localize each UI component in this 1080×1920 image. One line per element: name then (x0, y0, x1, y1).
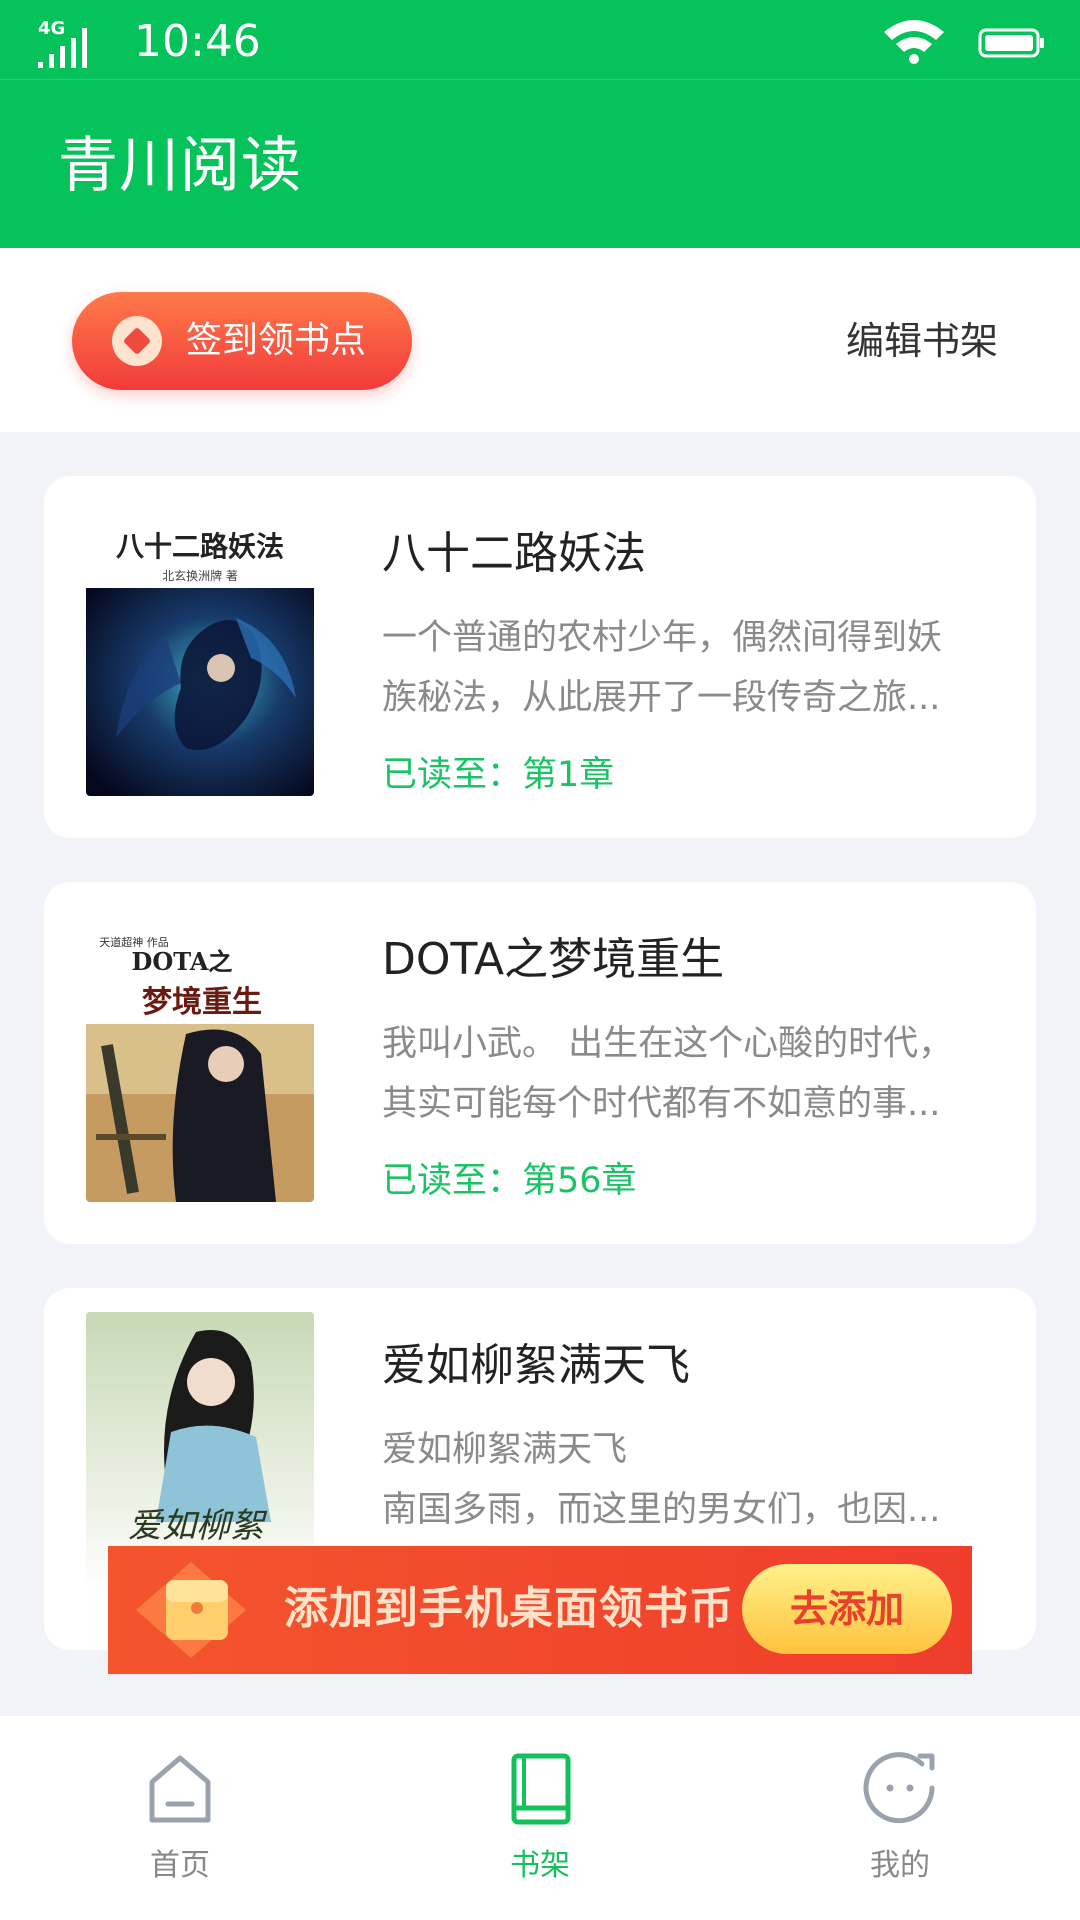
red-envelope-icon (136, 1562, 246, 1658)
book-card[interactable]: 天道超神 作品 DOTA之 梦境重生 DOTA之梦境重生 我叫小武。 出生在这个… (44, 882, 1036, 1244)
nav-item-bookshelf[interactable]: 书架 (440, 1748, 640, 1898)
sign-in-label: 签到领书点 (186, 320, 367, 361)
book-description: 一个普通的农村少年，偶然间得到妖 族秘法，从此展开了一段传奇之旅... (382, 608, 998, 728)
home-icon (149, 1755, 211, 1823)
book-cover-art: 天道超神 作品 DOTA之 梦境重生 (86, 924, 314, 1202)
nav-item-profile[interactable]: 我的 (800, 1748, 1000, 1898)
app-title: 青川阅读 (58, 131, 302, 201)
app-header: 青川阅读 (0, 80, 1080, 248)
book-cover: 天道超神 作品 DOTA之 梦境重生 (86, 924, 314, 1202)
cover-title-top-text: DOTA之 (132, 947, 233, 976)
bottom-nav: 首页 书架 我的 (0, 1716, 1080, 1920)
shelf-toolbar: 签到领书点 编辑书架 (0, 248, 1080, 432)
wifi-icon (884, 20, 944, 64)
description-line: 我叫小武。 出生在这个心酸的时代， (382, 1024, 954, 1064)
nav-label: 首页 (150, 1848, 210, 1883)
promo-text: 添加到手机桌面领书币 (284, 1583, 734, 1634)
nav-item-home[interactable]: 首页 (80, 1748, 280, 1898)
clock-time: 10:46 (134, 16, 261, 67)
cover-title-bottom-text: 梦境重生 (142, 985, 262, 1020)
status-bar: 4G 10:46 (0, 0, 1080, 80)
reading-progress: 已读至：第56章 (382, 1161, 637, 1201)
book-title: 八十二路妖法 (382, 528, 646, 579)
book-title: DOTA之梦境重生 (382, 934, 725, 985)
reading-progress: 已读至：第1章 (382, 755, 615, 795)
cover-title-text: 八十二路妖法 (116, 530, 284, 563)
coin-icon (112, 316, 162, 366)
cellular-signal-icon: 4G (38, 18, 87, 68)
book-title: 爱如柳絮满天飞 (382, 1340, 690, 1391)
sign-in-button[interactable]: 签到领书点 (72, 292, 412, 390)
description-line: 族秘法，从此展开了一段传奇之旅... (382, 678, 941, 718)
description-line: 其实可能每个时代都有不如意的事... (382, 1084, 941, 1124)
description-line: 一个普通的农村少年，偶然间得到妖 (382, 618, 943, 658)
description-line: 南国多雨，而这里的男女们，也因... (382, 1490, 941, 1530)
profile-icon (863, 1752, 935, 1824)
add-to-home-banner[interactable]: 添加到手机桌面领书币 去添加 (108, 1546, 972, 1674)
add-now-button[interactable]: 去添加 (742, 1564, 952, 1654)
cover-author-text: 北玄换洲牌 著 (162, 568, 238, 583)
book-card[interactable]: 八十二路妖法 北玄换洲牌 著 八十二路妖法 一个普通的农村少年，偶然间得到妖 族… (44, 476, 1036, 838)
book-description: 我叫小武。 出生在这个心酸的时代， 其实可能每个时代都有不如意的事... (382, 1014, 998, 1134)
network-type-label: 4G (38, 18, 65, 39)
book-description: 爱如柳絮满天飞 南国多雨，而这里的男女们，也因... (382, 1420, 998, 1540)
book-icon (511, 1753, 571, 1825)
description-line: 爱如柳絮满天飞 (382, 1430, 628, 1470)
edit-shelf-button[interactable]: 编辑书架 (846, 314, 998, 368)
book-cover: 八十二路妖法 北玄换洲牌 著 (86, 518, 314, 796)
book-cover-art: 八十二路妖法 北玄换洲牌 著 (86, 518, 314, 796)
nav-label: 书架 (510, 1848, 570, 1883)
battery-icon (978, 28, 1044, 58)
cover-title-text: 爱如柳絮 (128, 1506, 268, 1546)
nav-label: 我的 (870, 1848, 930, 1883)
